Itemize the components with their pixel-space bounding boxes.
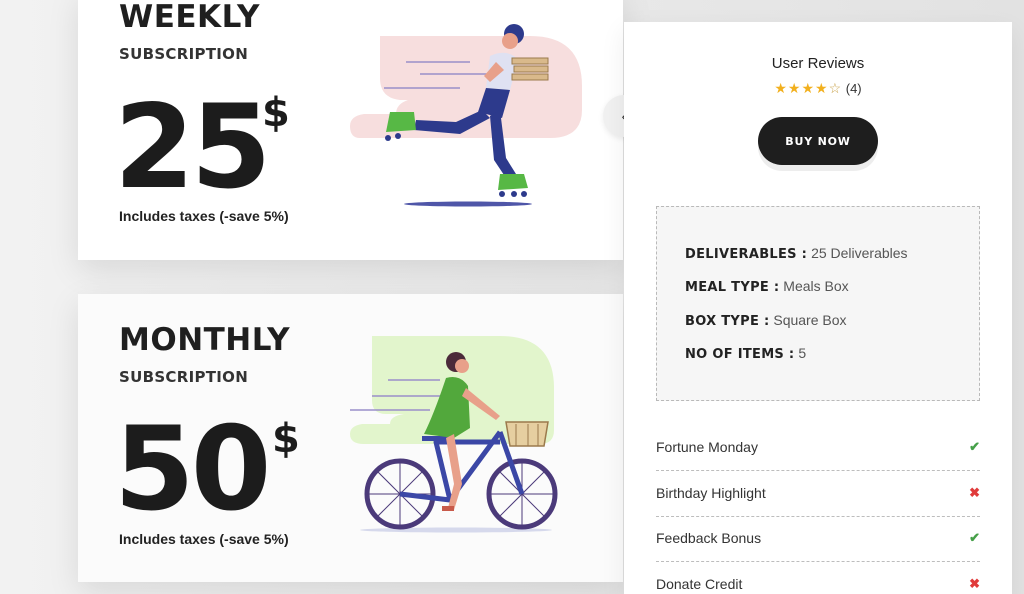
- weekly-plan-card[interactable]: WEEKLY SUBSCRIPTION 25 $ Includes taxes …: [78, 0, 623, 260]
- plan-subtitle: SUBSCRIPTION: [119, 368, 249, 386]
- feature-donate-credit: Donate Credit ✖: [656, 576, 980, 592]
- feature-birthday-highlight: Birthday Highlight ✖: [656, 471, 980, 517]
- spec-no-of-items: NO OF ITEMS : 5: [685, 345, 807, 362]
- currency-symbol: $: [262, 90, 290, 136]
- spec-deliverables: DELIVERABLES : 25 Deliverables: [685, 245, 908, 262]
- plan-details-panel: User Reviews ★★★★☆ (4) BUY NOW DELIVERAB…: [624, 22, 1012, 594]
- review-count: (4): [845, 81, 862, 96]
- stars-icon: ★★★★☆: [774, 80, 843, 96]
- plan-price: 50: [114, 402, 271, 537]
- feature-feedback-bonus: Feedback Bonus ✔: [656, 516, 980, 562]
- pricing-page: WEEKLY SUBSCRIPTION 25 $ Includes taxes …: [0, 0, 1024, 594]
- plan-title: WEEKLY: [119, 0, 260, 35]
- monthly-plan-card[interactable]: MONTHLY SUBSCRIPTION 50 $ Includes taxes…: [78, 294, 623, 582]
- bicycle-delivery-illustration: [350, 336, 558, 533]
- plan-tax-note: Includes taxes (-save 5%): [119, 208, 289, 224]
- plan-specs-box: DELIVERABLES : 25 Deliverables MEAL TYPE…: [656, 206, 980, 401]
- plan-title: MONTHLY: [119, 322, 291, 358]
- plan-subtitle: SUBSCRIPTION: [119, 45, 249, 63]
- check-icon: ✔: [969, 530, 980, 545]
- currency-symbol: $: [272, 416, 300, 462]
- check-icon: ✔: [969, 439, 980, 454]
- plan-price: 25: [114, 80, 271, 215]
- buy-now-button[interactable]: BUY NOW: [758, 117, 878, 165]
- spec-meal-type: MEAL TYPE : Meals Box: [685, 278, 849, 295]
- star-rating[interactable]: ★★★★☆ (4): [624, 80, 1012, 97]
- skater-delivery-illustration: [350, 24, 582, 207]
- cross-icon: ✖: [969, 576, 980, 591]
- plan-tax-note: Includes taxes (-save 5%): [119, 531, 289, 547]
- spec-box-type: BOX TYPE : Square Box: [685, 312, 847, 329]
- feature-fortune-monday: Fortune Monday ✔: [656, 425, 980, 471]
- cross-icon: ✖: [969, 485, 980, 500]
- reviews-title: User Reviews: [771, 55, 865, 72]
